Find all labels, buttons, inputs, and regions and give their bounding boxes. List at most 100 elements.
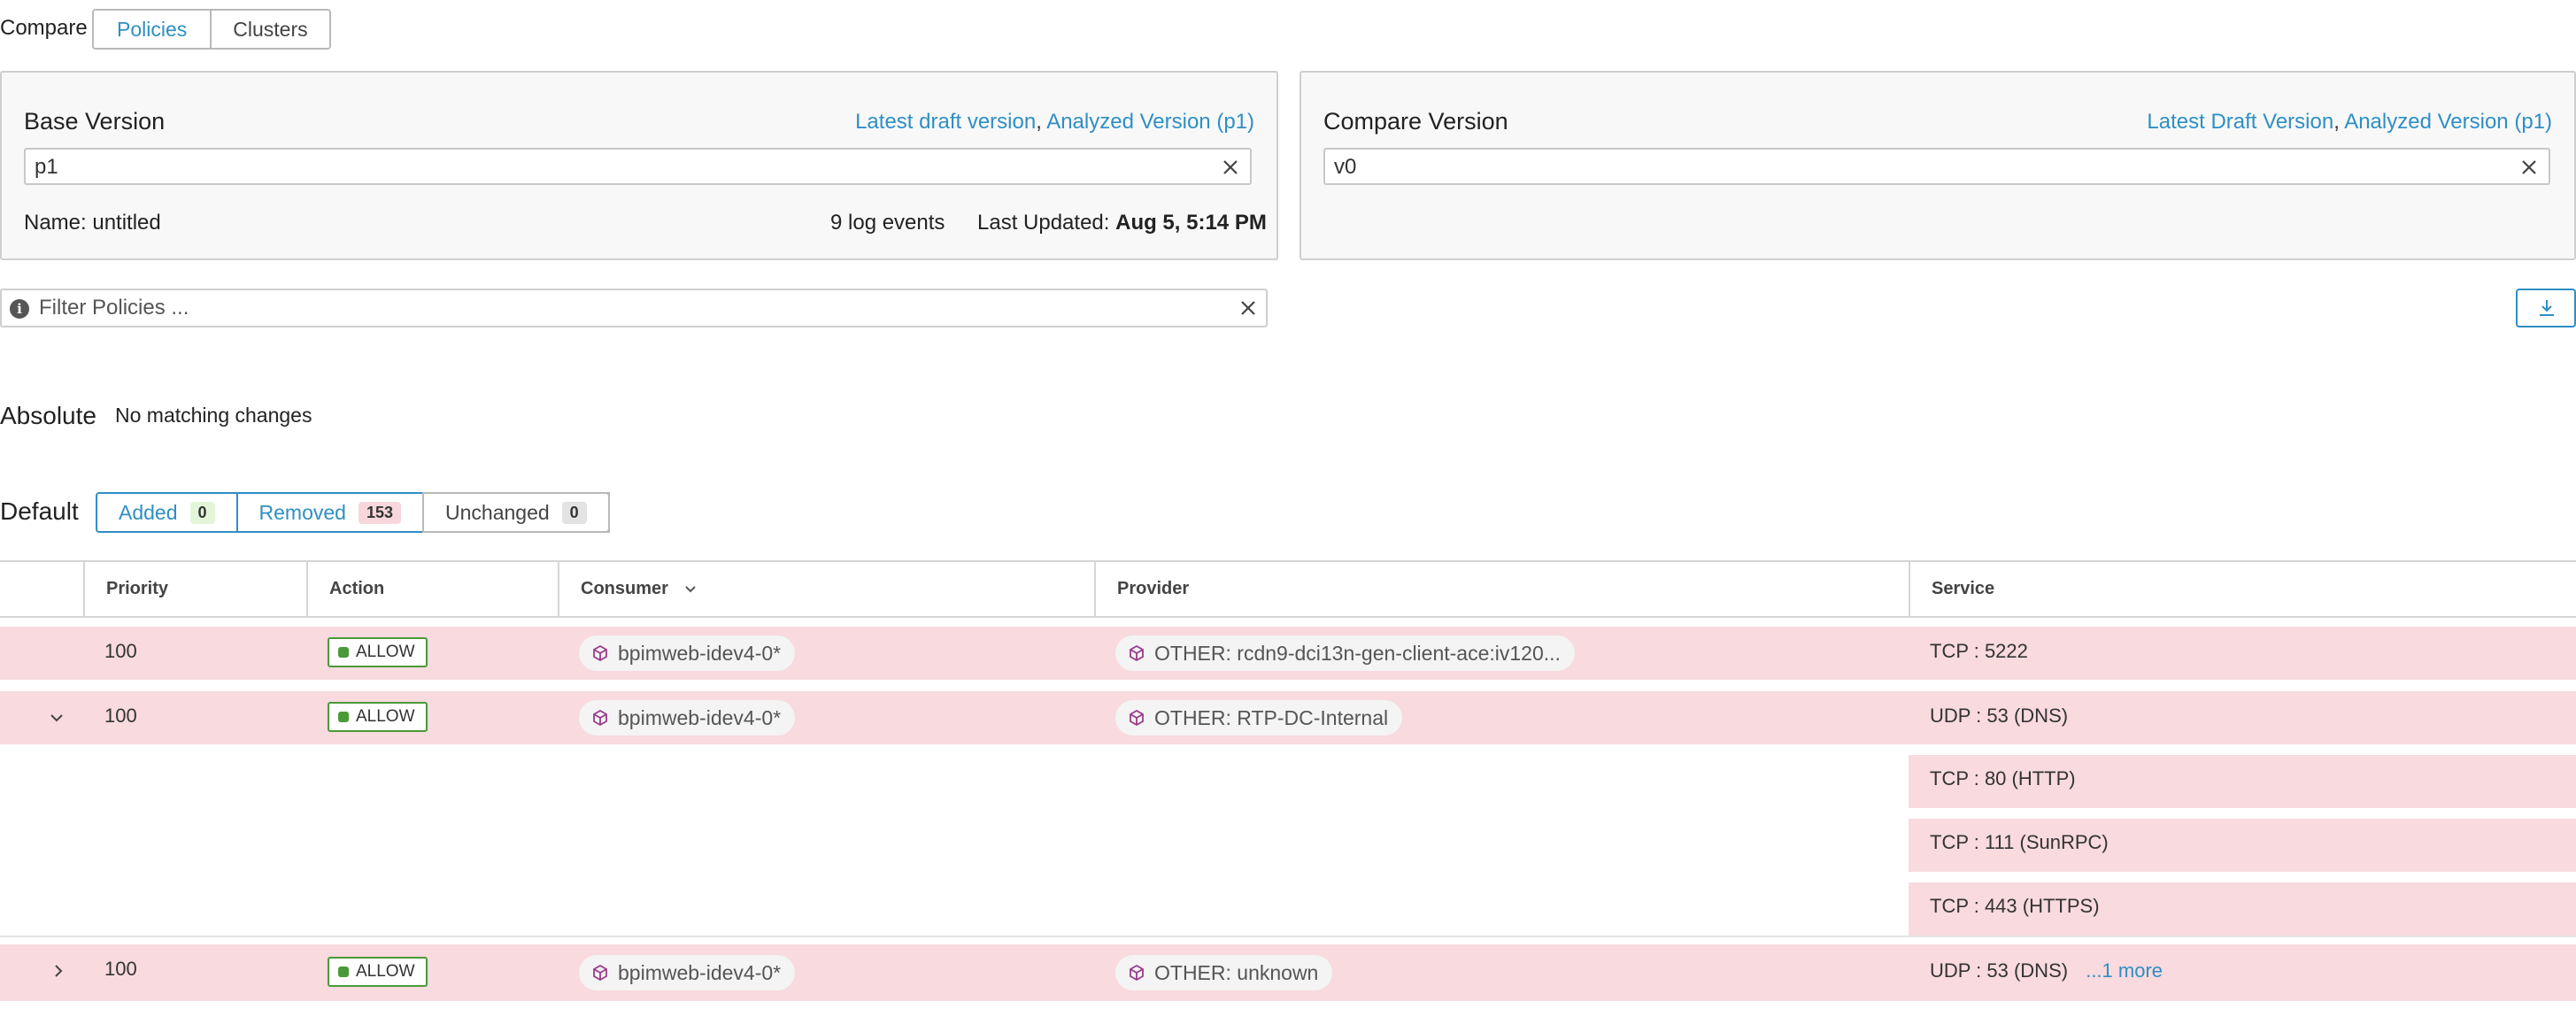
compare-toggle: Policies Clusters	[92, 9, 331, 50]
col-service[interactable]: Service	[1909, 562, 2576, 616]
row-consumer: bpimweb-idev4-0*	[618, 642, 782, 665]
added-count-badge: 0	[189, 501, 215, 524]
download-icon	[2540, 300, 2554, 316]
service-subrow: TCP : 443 (HTTPS)	[1909, 882, 2576, 936]
cube-icon	[593, 644, 607, 662]
row-consumer: bpimweb-idev4-0*	[618, 706, 782, 729]
row-priority: 100	[104, 958, 137, 980]
base-analyzed-link[interactable]: Analyzed Version (p1)	[1046, 110, 1254, 134]
row-consumer-chip[interactable]: bpimweb-idev4-0*	[579, 635, 796, 671]
compare-policies-option[interactable]: Policies	[93, 11, 212, 48]
cube-icon	[1130, 964, 1144, 982]
allow-status-icon	[338, 647, 349, 658]
cube-icon	[593, 964, 607, 982]
tab-removed-label: Removed	[258, 500, 346, 524]
row-action: ALLOW	[356, 707, 415, 726]
compare-latest-draft-link[interactable]: Latest Draft Version	[2147, 110, 2333, 134]
row-service: UDP : 53 (DNS)	[1930, 705, 2069, 727]
compare-version-links: Latest Draft Version, Analyzed Version (…	[2147, 110, 2552, 135]
filter-placeholder: Filter Policies ...	[39, 296, 189, 320]
row-service: UDP : 53 (DNS)	[1930, 959, 2069, 982]
base-version-links: Latest draft version, Analyzed Version (…	[855, 110, 1254, 135]
row-provider-chip[interactable]: OTHER: RTP-DC-Internal	[1115, 700, 1403, 736]
row-action-badge: ALLOW	[328, 637, 428, 667]
row-service: TCP : 111 (SunRPC)	[1930, 831, 2109, 853]
base-log-events[interactable]: 9 log events	[830, 211, 945, 235]
tab-removed[interactable]: Removed 153	[235, 494, 422, 531]
cube-icon	[1130, 709, 1144, 727]
compare-clusters-option[interactable]: Clusters	[210, 11, 329, 48]
base-latest-draft-link[interactable]: Latest draft version	[855, 110, 1036, 134]
allow-status-icon	[338, 967, 349, 977]
col-consumer-label: Consumer	[581, 579, 668, 598]
row-consumer-chip[interactable]: bpimweb-idev4-0*	[579, 700, 796, 736]
compare-analyzed-link[interactable]: Analyzed Version (p1)	[2344, 110, 2552, 134]
download-button[interactable]	[2516, 289, 2576, 327]
table-header: Priority Action Consumer Provider Servic…	[0, 560, 2576, 618]
row-consumer-chip[interactable]: bpimweb-idev4-0*	[579, 955, 796, 990]
col-provider[interactable]: Provider	[1094, 562, 1909, 616]
base-name: Name: untitled	[24, 211, 161, 235]
base-last-updated-label: Last Updated:	[977, 211, 1110, 235]
table-row[interactable]: 100 ALLOW bpimweb-idev4-0* OTHER: RTP-DC…	[0, 691, 2576, 744]
cube-icon	[1130, 644, 1144, 662]
base-version-panel: Base Version Latest draft version, Analy…	[0, 71, 1278, 260]
row-provider: OTHER: unknown	[1154, 961, 1319, 984]
absolute-label: Absolute	[0, 402, 96, 429]
base-version-title: Base Version	[24, 108, 166, 135]
info-icon[interactable]: i	[10, 299, 29, 319]
service-subrow: TCP : 111 (SunRPC)	[1909, 819, 2576, 872]
col-priority[interactable]: Priority	[83, 562, 306, 616]
compare-version-value: v0	[1334, 155, 1357, 179]
chevron-right-icon[interactable]	[48, 960, 69, 982]
row-divider	[0, 936, 2576, 937]
compare-links-separator: ,	[2333, 110, 2345, 134]
base-last-updated-value: Aug 5, 5:14 PM	[1115, 211, 1267, 235]
row-service: TCP : 5222	[1930, 640, 2028, 662]
change-type-tabs: Added 0 Removed 153 Unchanged 0	[96, 492, 610, 533]
tab-added-label: Added	[119, 500, 178, 524]
tab-added[interactable]: Added 0	[97, 494, 236, 531]
unchanged-count-badge: 0	[561, 501, 587, 524]
tab-unchanged-label: Unchanged	[445, 500, 550, 524]
row-provider: OTHER: RTP-DC-Internal	[1154, 706, 1389, 729]
absolute-note: No matching changes	[115, 404, 312, 427]
row-provider-chip[interactable]: OTHER: rcdn9-dci13n-gen-client-ace:iv120…	[1115, 635, 1575, 671]
cube-icon	[593, 709, 607, 727]
more-services-link[interactable]: ...1 more	[2086, 959, 2163, 982]
col-consumer[interactable]: Consumer	[558, 562, 1094, 616]
expand-column-header	[0, 562, 83, 616]
table-row[interactable]: 100 ALLOW bpimweb-idev4-0* OTHER: unknow…	[0, 944, 2576, 1001]
base-version-select[interactable]: p1	[24, 148, 1252, 185]
removed-count-badge: 153	[358, 501, 402, 524]
row-action: ALLOW	[356, 962, 415, 981]
col-action[interactable]: Action	[306, 562, 558, 616]
row-service: TCP : 80 (HTTP)	[1930, 767, 2076, 789]
sort-chevron-down-icon	[685, 586, 697, 593]
base-links-separator: ,	[1036, 110, 1047, 134]
base-clear-icon[interactable]	[1220, 157, 1241, 178]
row-service-cell: UDP : 53 (DNS) ...1 more	[1930, 959, 2163, 982]
compare-version-panel: Compare Version Latest Draft Version, An…	[1300, 71, 2576, 260]
compare-clear-icon[interactable]	[2518, 157, 2540, 178]
row-priority: 100	[104, 640, 137, 662]
row-action-badge: ALLOW	[328, 957, 428, 987]
service-subrow: TCP : 80 (HTTP)	[1909, 755, 2576, 808]
compare-label: Compare	[0, 16, 88, 40]
tab-unchanged[interactable]: Unchanged 0	[422, 492, 610, 533]
row-provider: OTHER: rcdn9-dci13n-gen-client-ace:iv120…	[1154, 642, 1561, 665]
compare-version-select[interactable]: v0	[1323, 148, 2550, 185]
row-consumer: bpimweb-idev4-0*	[618, 961, 782, 984]
chevron-down-icon[interactable]	[46, 707, 67, 728]
default-label: Default	[0, 497, 79, 525]
base-version-value: p1	[35, 155, 58, 179]
row-action-badge: ALLOW	[328, 702, 428, 732]
filter-policies-input[interactable]: i Filter Policies ...	[0, 289, 1268, 327]
row-service: TCP : 443 (HTTPS)	[1930, 895, 2100, 917]
filter-clear-icon[interactable]	[1238, 297, 1259, 319]
compare-version-title: Compare Version	[1323, 108, 1508, 135]
row-priority: 100	[104, 705, 137, 727]
row-provider-chip[interactable]: OTHER: unknown	[1115, 955, 1333, 990]
table-row[interactable]: 100 ALLOW bpimweb-idev4-0* OTHER: rcdn9-…	[0, 627, 2576, 680]
allow-status-icon	[338, 712, 349, 722]
